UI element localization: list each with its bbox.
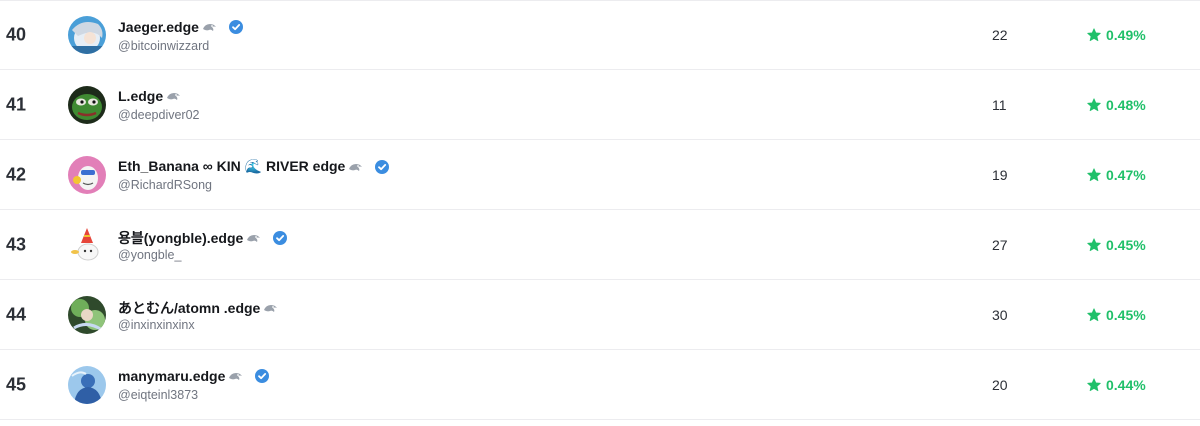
verified-icon <box>255 369 270 383</box>
avatar[interactable] <box>68 295 106 334</box>
leaderboard-table: 40 Jaeger.edge @bitcoinwizzard 22 0.49% … <box>0 0 1200 426</box>
user-name-line[interactable]: Jaeger.edge <box>118 19 243 35</box>
table-row[interactable]: 43 용블(yongble).edge @yongble_ 27 0.45% <box>0 210 1200 280</box>
rank-number: 43 <box>6 234 27 254</box>
blue-silhouette-avatar <box>68 365 106 404</box>
verified-icon <box>228 20 243 34</box>
avatar[interactable] <box>68 365 106 404</box>
user-name-line[interactable]: Eth_Banana ∞ KIN 🌊 RIVER edge <box>118 158 390 175</box>
avatar[interactable] <box>68 225 106 264</box>
user-handle: @yongble_ <box>118 248 182 262</box>
display-name[interactable]: 용블(yongble).edge <box>118 228 243 248</box>
star-icon <box>1087 377 1101 392</box>
rank-number: 45 <box>6 374 27 394</box>
score-cell: 0.48% <box>1087 97 1146 113</box>
table-row[interactable]: 40 Jaeger.edge @bitcoinwizzard 22 0.49% <box>0 0 1200 70</box>
star-icon <box>1087 97 1101 112</box>
count-value: 30 <box>992 306 1008 323</box>
count-value: 11 <box>992 96 1007 113</box>
rank-number: 40 <box>6 24 27 45</box>
party-hat-avatar <box>68 225 106 264</box>
edge-badge-icon <box>263 302 278 314</box>
edge-badge-icon <box>228 370 243 382</box>
avatar[interactable] <box>68 155 106 194</box>
edge-badge-icon <box>166 90 181 102</box>
user-name-line[interactable]: あとむん/atomn .edge <box>118 298 278 318</box>
score-value: 0.49% <box>1106 27 1146 43</box>
rank-number: 41 <box>6 94 27 114</box>
edge-badge-icon <box>246 232 261 244</box>
table-row[interactable]: 44 あとむん/atomn .edge @inxinxinxinx 30 0.4… <box>0 280 1200 350</box>
verified-icon <box>273 231 288 245</box>
score-cell: 0.45% <box>1087 307 1146 323</box>
user-handle: @bitcoinwizzard <box>118 39 210 53</box>
display-name[interactable]: あとむん/atomn .edge <box>118 298 260 318</box>
verified-icon <box>375 159 390 174</box>
pepe-frog-avatar <box>68 85 106 124</box>
count-value: 22 <box>992 27 1008 43</box>
user-name-line[interactable]: L.edge <box>118 88 181 104</box>
rank-number: 42 <box>6 164 27 184</box>
score-value: 0.45% <box>1106 236 1146 253</box>
edge-badge-icon <box>202 21 217 33</box>
user-handle: @RichardRSong <box>118 178 212 192</box>
score-value: 0.45% <box>1106 306 1146 323</box>
edge-badge-icon <box>348 161 363 173</box>
count-value: 19 <box>992 166 1008 183</box>
star-icon <box>1087 167 1101 182</box>
avatar[interactable] <box>68 16 106 54</box>
rank-number: 44 <box>6 304 27 324</box>
star-icon <box>1087 28 1101 42</box>
display-name[interactable]: Jaeger.edge <box>118 19 199 35</box>
count-value: 27 <box>992 236 1008 253</box>
user-name-line[interactable]: manymaru.edge <box>118 368 270 384</box>
table-row[interactable]: 42 Eth_Banana ∞ KIN 🌊 RIVER edge @Richar… <box>0 140 1200 210</box>
score-value: 0.48% <box>1106 96 1146 113</box>
pink-cartoon-avatar <box>68 155 106 194</box>
user-handle: @inxinxinxinx <box>118 318 195 332</box>
user-handle: @eiqteinl3873 <box>118 388 199 402</box>
avatar[interactable] <box>68 85 106 124</box>
score-value: 0.47% <box>1106 166 1146 183</box>
anime-girl-avatar <box>68 16 106 54</box>
score-cell: 0.47% <box>1087 167 1146 183</box>
table-row[interactable]: 41 L.edge @deepdiver02 11 0.48% <box>0 70 1200 140</box>
display-name[interactable]: L.edge <box>118 88 163 104</box>
score-value: 0.44% <box>1106 376 1146 393</box>
star-icon <box>1087 237 1101 252</box>
score-cell: 0.45% <box>1087 237 1146 253</box>
user-name-line[interactable]: 용블(yongble).edge <box>118 228 288 248</box>
table-row[interactable]: 45 manymaru.edge @eiqteinl3873 20 0.44% <box>0 350 1200 420</box>
star-icon <box>1087 307 1101 322</box>
score-cell: 0.44% <box>1087 377 1146 393</box>
display-name[interactable]: manymaru.edge <box>118 368 225 384</box>
user-handle: @deepdiver02 <box>118 108 200 122</box>
count-value: 20 <box>992 376 1008 393</box>
display-name[interactable]: Eth_Banana ∞ KIN 🌊 RIVER edge <box>118 158 345 175</box>
score-cell: 0.49% <box>1087 27 1146 43</box>
green-art-avatar <box>68 295 106 334</box>
